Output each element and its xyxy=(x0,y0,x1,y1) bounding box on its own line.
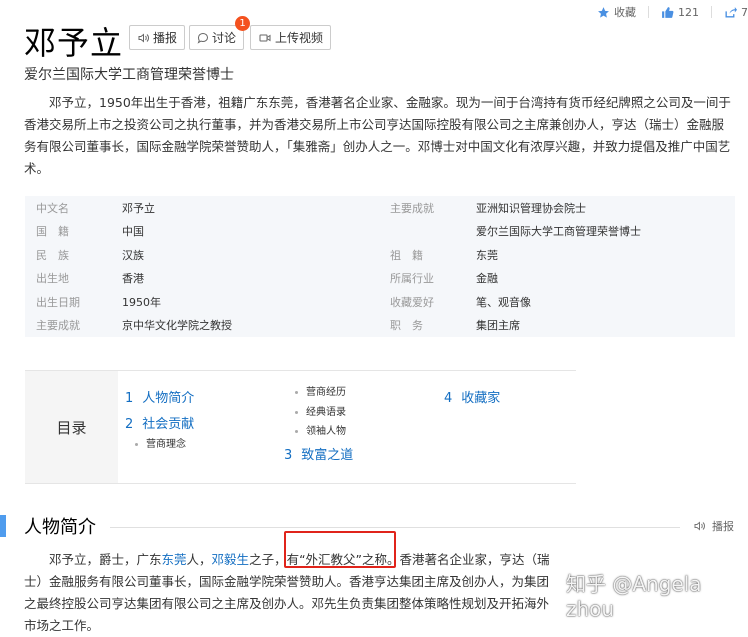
info-value: 中国 xyxy=(122,225,144,239)
info-value: 笔、观音像 xyxy=(476,295,531,309)
link-dongguan[interactable]: 东莞 xyxy=(162,552,187,567)
info-key: 出生地 xyxy=(36,272,69,286)
info-value: 东莞 xyxy=(476,248,498,262)
info-key: 主要成就 xyxy=(36,319,80,333)
info-row: 中文名 邓予立 主要成就 亚洲知识管理协会院士 xyxy=(25,196,735,220)
like-button[interactable]: 121 xyxy=(661,6,699,19)
info-table: 中文名 邓予立 主要成就 亚洲知识管理协会院士国 籍中国 爱尔兰国际大学工商管理荣誉博士… xyxy=(25,196,735,337)
info-value: 邓予立 xyxy=(122,201,155,215)
page-title: 邓予立 xyxy=(24,24,124,62)
catalog-subitem[interactable]: 营商经历 xyxy=(295,383,346,398)
section-title: 人物简介 xyxy=(24,517,96,538)
info-key: 国 籍 xyxy=(36,225,69,239)
catalog-subitem[interactable]: 经典语录 xyxy=(295,403,346,418)
section-divider xyxy=(110,527,680,528)
catalog-item-4[interactable]: 4 收藏家 xyxy=(444,387,500,406)
body-text: 人， xyxy=(186,552,212,567)
info-value: 汉族 xyxy=(122,248,144,262)
chat-bubble-icon xyxy=(197,32,209,44)
info-value: 亚洲知识管理协会院士 xyxy=(476,201,586,215)
subtitle: 爱尔兰国际大学工商管理荣誉博士 xyxy=(24,67,234,83)
catalog-item-1[interactable]: 1 人物简介 xyxy=(125,387,194,406)
discuss-count-badge: 1 xyxy=(235,16,250,31)
share-button[interactable]: 7 xyxy=(724,6,748,19)
intro-paragraph: 邓予立，1950年出生于香港，祖籍广东东莞，香港著名企业家、金融家。现为一间于台… xyxy=(24,95,731,176)
info-value: 香港 xyxy=(122,272,144,286)
catalog-num: 3 xyxy=(284,448,293,463)
thumbs-up-icon xyxy=(662,6,674,18)
info-key: 主要成就 xyxy=(390,201,434,215)
info-value: 京中华文化学院之教授 xyxy=(122,319,232,333)
info-row: 出生日期 1950年 收藏爱好 笔、观音像 xyxy=(25,290,735,314)
info-key: 收藏爱好 xyxy=(390,295,434,309)
body-text: 邓予立，爵士，广东 xyxy=(49,552,162,567)
catalog-subitem[interactable]: 领袖人物 xyxy=(295,422,346,437)
catalog-label: 目录 xyxy=(25,371,118,483)
speaker-icon xyxy=(138,32,149,43)
section-accent-bar xyxy=(0,515,6,537)
catalog-item-3[interactable]: 3 致富之道 xyxy=(284,444,353,463)
catalog-subitem[interactable]: 营商理念 xyxy=(135,435,186,450)
speaker-icon xyxy=(694,521,705,531)
catalog-item-label: 社会贡献 xyxy=(142,417,195,432)
info-key: 祖 籍 xyxy=(390,248,423,262)
section-broadcast-button[interactable]: 播报 xyxy=(693,518,734,534)
section-broadcast-label: 播报 xyxy=(712,520,734,533)
catalog-num: 1 xyxy=(125,391,134,406)
watermark: 知乎 @Angela zhou xyxy=(566,572,702,621)
catalog-item-2[interactable]: 2 社会贡献 xyxy=(125,413,194,432)
catalog-item-label: 致富之道 xyxy=(301,448,354,463)
broadcast-label: 播报 xyxy=(153,31,178,45)
info-value: 集团主席 xyxy=(476,319,520,333)
upload-video-button[interactable]: 上传视频 xyxy=(250,25,332,50)
divider xyxy=(711,6,712,18)
like-count: 121 xyxy=(678,5,699,19)
info-key: 中文名 xyxy=(36,201,69,215)
info-key: 出生日期 xyxy=(36,295,80,309)
share-icon xyxy=(725,6,737,18)
broadcast-button[interactable]: 播报 xyxy=(129,25,186,50)
catalog-num: 2 xyxy=(125,417,134,432)
info-row: 主要成就 京中华文化学院之教授 职 务 集团主席 xyxy=(25,314,735,338)
info-row: 出生地 香港 所属行业 金融 xyxy=(25,267,735,291)
highlight-box xyxy=(284,531,396,568)
info-value: 1950年 xyxy=(122,295,161,309)
share-count: 7 xyxy=(741,5,748,19)
discuss-label: 讨论 xyxy=(212,31,237,45)
catalog: 目录 1 人物简介 2 社会贡献 营商理念 营商经历 经典语录 领袖人物 3 致富之道… xyxy=(25,370,576,484)
discuss-button[interactable]: 讨论 xyxy=(189,25,245,50)
stats-bar: 收藏 121 7 xyxy=(597,4,748,20)
star-icon xyxy=(598,6,609,18)
info-key: 所属行业 xyxy=(390,272,434,286)
video-camera-icon xyxy=(259,34,271,41)
catalog-item-label: 人物简介 xyxy=(142,391,195,406)
info-value: 爱尔兰国际大学工商管理荣誉博士 xyxy=(476,225,641,239)
info-value: 金融 xyxy=(476,272,498,286)
info-row: 国 籍 中国 爱尔兰国际大学工商管理荣誉博士 xyxy=(25,220,735,244)
upload-video-label: 上传视频 xyxy=(275,31,324,45)
info-row: 民 族 汉族 祖 籍 东莞 xyxy=(25,243,735,267)
info-key: 职 务 xyxy=(390,319,423,333)
catalog-num: 4 xyxy=(444,391,453,406)
collect-label: 收藏 xyxy=(614,6,636,19)
info-key: 民 族 xyxy=(36,248,69,262)
catalog-item-label: 收藏家 xyxy=(461,391,501,406)
divider xyxy=(648,6,649,18)
link-deng-yisheng[interactable]: 邓毅生 xyxy=(212,552,250,567)
collect-button[interactable]: 收藏 xyxy=(597,4,636,20)
